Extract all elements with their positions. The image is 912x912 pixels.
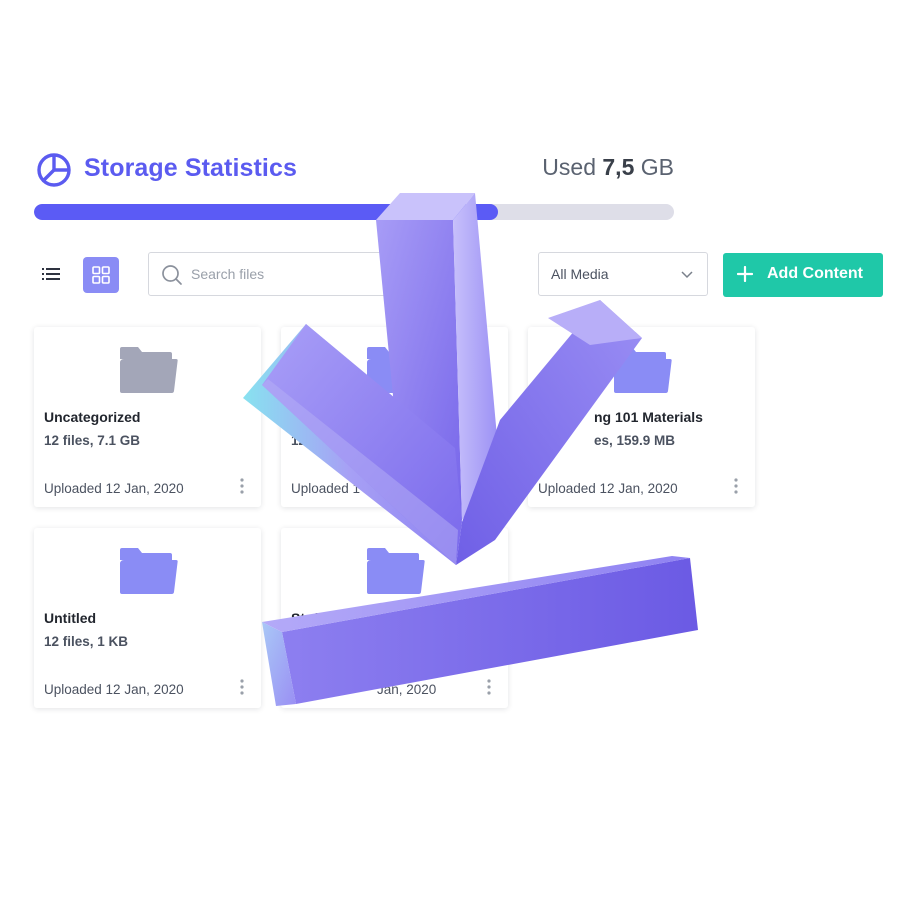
used-value: 7,5 bbox=[602, 154, 635, 180]
folder-card[interactable]: 12 Uploaded 1 bbox=[281, 327, 508, 507]
folder-icon bbox=[614, 347, 672, 393]
more-vertical-icon[interactable] bbox=[237, 678, 247, 696]
folder-icon bbox=[120, 347, 178, 393]
grid-view-button[interactable] bbox=[83, 257, 119, 293]
folder-card[interactable]: Untitled 12 files, 1 KB Uploaded 12 Jan,… bbox=[34, 528, 261, 708]
folder-date: Uploaded 12 Jan, 2020 bbox=[44, 481, 184, 496]
list-view-button[interactable] bbox=[36, 259, 66, 289]
folder-meta: 12 files, 7.1 GB bbox=[44, 433, 141, 448]
folder-icon bbox=[367, 347, 425, 393]
chevron-down-icon bbox=[681, 271, 693, 279]
search-icon bbox=[162, 265, 182, 285]
used-prefix: Used bbox=[542, 154, 596, 180]
page-title: Storage Statistics bbox=[84, 154, 297, 182]
media-filter-select[interactable]: All Media bbox=[538, 252, 708, 296]
folder-name: Uncategorized bbox=[44, 409, 141, 425]
add-content-label: Add Content bbox=[767, 265, 863, 282]
folder-card[interactable]: Uncategorized 12 files, 7.1 GB Uploaded … bbox=[34, 327, 261, 507]
list-icon bbox=[42, 268, 60, 280]
more-vertical-icon[interactable] bbox=[731, 477, 741, 495]
folder-card[interactable]: Stuff Jan, 2020 bbox=[281, 528, 508, 708]
folder-date: Uploaded 12 Jan, 2020 bbox=[44, 682, 184, 697]
folder-date: Uploaded 12 Jan, 2020 bbox=[538, 481, 678, 496]
folder-date: Uploaded 1 bbox=[291, 481, 361, 496]
media-filter-value: All Media bbox=[551, 266, 609, 282]
more-vertical-icon[interactable] bbox=[484, 678, 494, 696]
folder-icon bbox=[367, 548, 425, 594]
storage-progress-bar bbox=[34, 204, 674, 220]
folder-name: ng 101 Materials bbox=[594, 409, 703, 425]
folder-name: Stuff bbox=[291, 610, 323, 626]
pie-chart-icon bbox=[37, 153, 71, 187]
search-field[interactable] bbox=[148, 252, 398, 296]
grid-icon bbox=[92, 266, 110, 284]
folder-meta: 12 files, 1 KB bbox=[44, 634, 129, 649]
plus-icon bbox=[737, 266, 753, 282]
storage-header: Storage Statistics Used 7,5 GB bbox=[34, 150, 674, 190]
folder-card[interactable]: ng 101 Materials es, 159.9 MB Uploaded 1… bbox=[528, 327, 755, 507]
add-content-button[interactable]: Add Content bbox=[723, 253, 883, 297]
folder-meta: 12 bbox=[291, 433, 307, 448]
search-input[interactable] bbox=[191, 263, 391, 285]
more-vertical-icon[interactable] bbox=[484, 477, 494, 495]
more-vertical-icon[interactable] bbox=[237, 477, 247, 495]
folder-icon bbox=[120, 548, 178, 594]
storage-used-label: Used 7,5 GB bbox=[542, 154, 674, 181]
used-unit: GB bbox=[640, 154, 674, 180]
folder-date: Jan, 2020 bbox=[377, 682, 437, 697]
storage-progress-fill bbox=[34, 204, 498, 220]
folder-meta: es, 159.9 MB bbox=[594, 433, 676, 448]
folder-name: Untitled bbox=[44, 610, 97, 626]
